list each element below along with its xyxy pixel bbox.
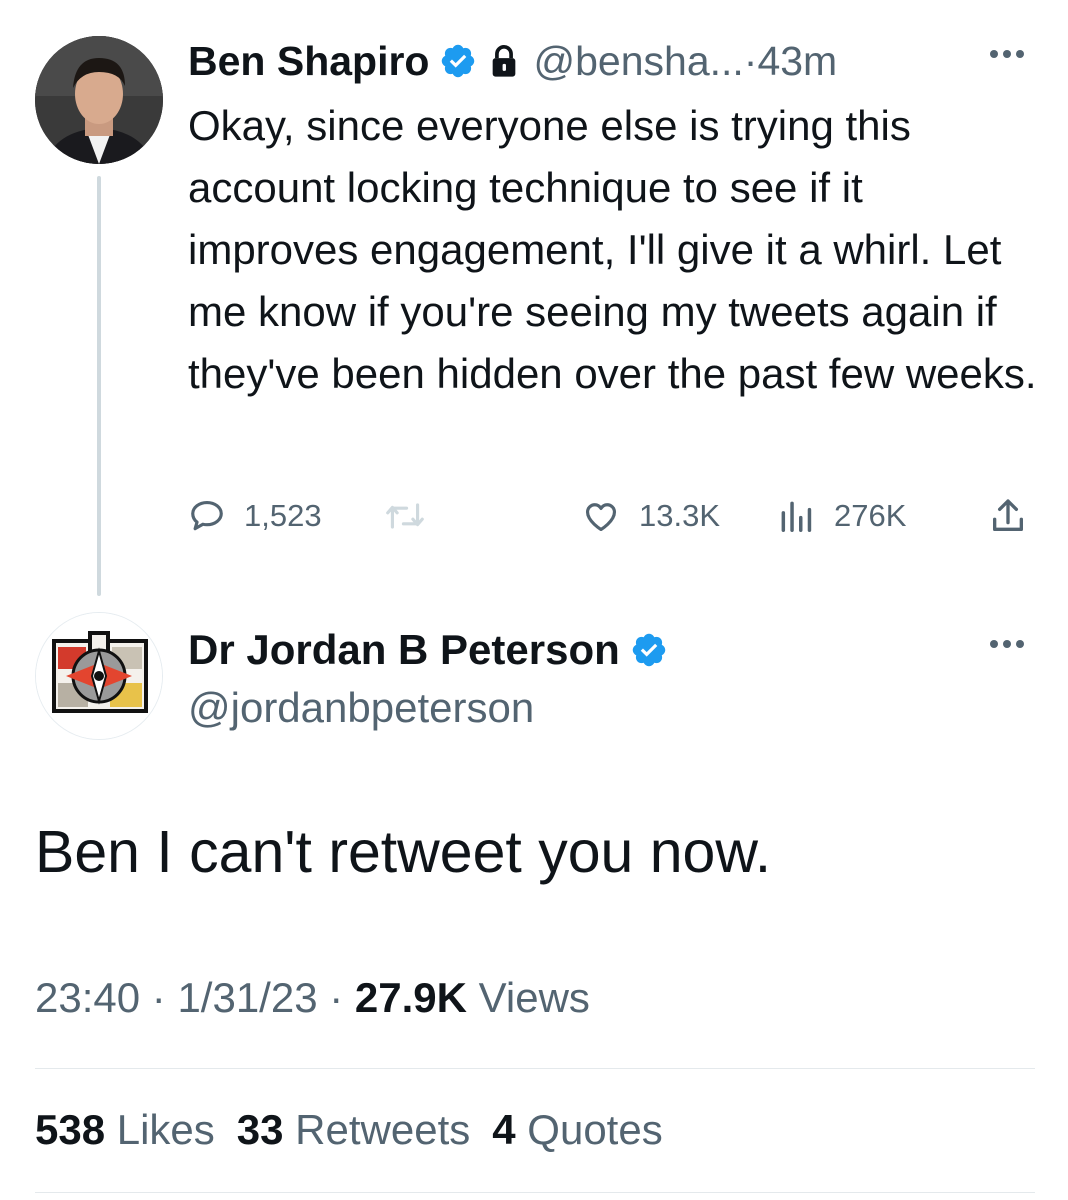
separator-dot: · <box>743 37 758 84</box>
tweet-time[interactable]: 23:40 <box>35 974 140 1021</box>
share-icon <box>993 499 1023 531</box>
retweets-label: Retweets <box>283 1106 471 1153</box>
reply-tweet-text: Ben I can't retweet you now. <box>35 819 772 885</box>
views-icon <box>781 501 812 532</box>
tweet-meta: 23:40 · 1/31/23 · 27.9K Views <box>35 974 590 1022</box>
reply-icon <box>191 500 223 531</box>
likes-count: 538 <box>35 1106 106 1153</box>
views-button[interactable]: 276K <box>776 490 906 542</box>
parent-tweet-text: Okay, since everyone else is trying this… <box>188 102 1037 397</box>
lock-icon <box>493 45 516 77</box>
share-button[interactable] <box>988 490 1046 542</box>
quotes-count: 4 <box>492 1106 516 1153</box>
thread-connector-line <box>97 176 101 596</box>
like-button[interactable]: 13.3K <box>581 490 720 542</box>
verified-icon <box>632 633 666 667</box>
reply-button[interactable]: 1,523 <box>188 490 322 542</box>
retweet-icon <box>386 503 424 529</box>
retweets-stat[interactable]: 33 Retweets <box>237 1106 470 1153</box>
reply-author-name[interactable]: Dr Jordan B Peterson <box>188 626 620 674</box>
author-handle[interactable]: @bensha... <box>533 38 743 85</box>
retweet-button[interactable] <box>383 490 445 542</box>
meta-dot: · <box>140 974 178 1021</box>
likes-stat[interactable]: 538 Likes <box>35 1106 215 1153</box>
like-icon <box>585 503 617 532</box>
views-count: 276K <box>834 498 907 533</box>
avatar-jordan-peterson[interactable] <box>35 612 163 740</box>
like-count: 13.3K <box>639 498 721 533</box>
quotes-stat[interactable]: 4 Quotes <box>492 1106 662 1153</box>
reply-author-handle[interactable]: @jordanbpeterson <box>188 684 534 732</box>
engagement-stats: 538 Likes 33 Retweets 4 Quotes <box>35 1106 663 1154</box>
more-icon[interactable] <box>990 50 1024 58</box>
parent-tweet-header: Ben Shapiro @bensha... · 43m <box>188 34 837 88</box>
views-total: 27.9K <box>354 974 467 1021</box>
meta-dot: · <box>317 974 355 1021</box>
tweet-date[interactable]: 1/31/23 <box>177 974 317 1021</box>
likes-label: Likes <box>105 1106 215 1153</box>
reply-tweet-header: Dr Jordan B Peterson <box>188 622 674 678</box>
tweet-action-bar: 1,523 13.3K 276K <box>188 490 1038 542</box>
retweets-count: 33 <box>236 1106 284 1153</box>
avatar-ben-shapiro[interactable] <box>35 36 163 164</box>
reply-count: 1,523 <box>244 498 322 533</box>
views-label: Views <box>466 974 590 1021</box>
quotes-label: Quotes <box>515 1106 663 1153</box>
divider <box>35 1192 1035 1193</box>
more-icon[interactable] <box>990 640 1024 648</box>
author-name[interactable]: Ben Shapiro <box>188 38 429 85</box>
verified-icon <box>442 44 475 78</box>
tweet-time-ago[interactable]: 43m <box>757 38 837 85</box>
divider <box>35 1068 1035 1069</box>
